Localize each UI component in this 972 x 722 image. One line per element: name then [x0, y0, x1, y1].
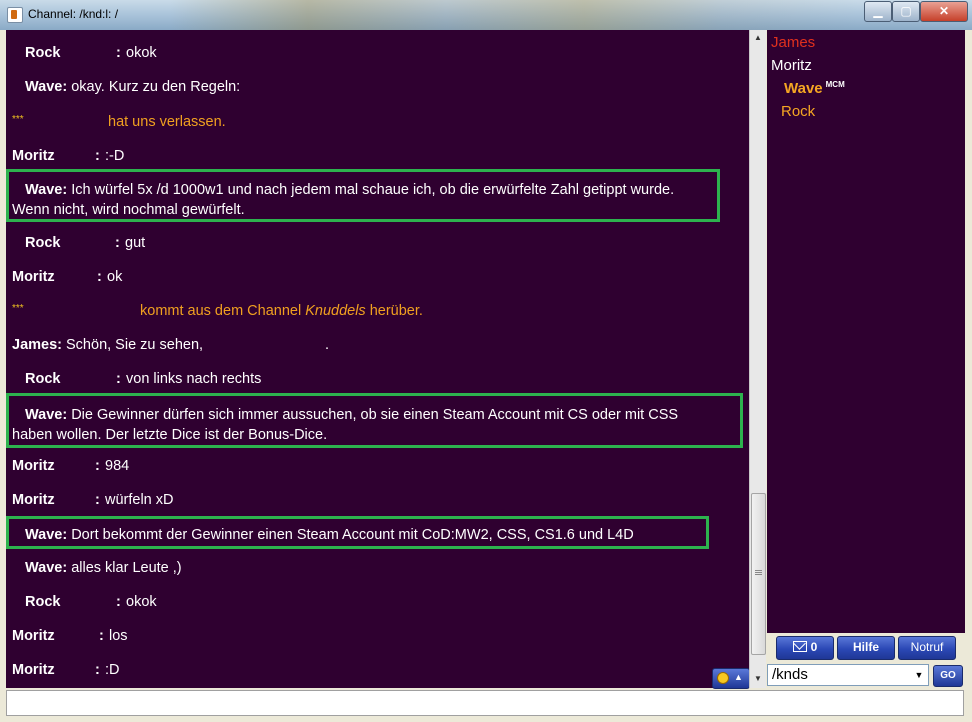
- message-sender[interactable]: Moritz: [12, 628, 55, 644]
- chat-message: Rock: gut: [25, 235, 146, 251]
- system-message: hat uns verlassen.: [108, 114, 226, 130]
- chat-message: Rock: von links nach rechts: [25, 371, 262, 387]
- user-list-item[interactable]: Moritz: [771, 57, 812, 74]
- smiley-icon: [717, 672, 729, 684]
- channel-link[interactable]: Knuddels: [305, 303, 365, 319]
- chat-message: Rock: okok: [25, 594, 157, 610]
- channel-select[interactable]: /knds ▼: [767, 664, 929, 686]
- user-list-item[interactable]: Wave MCM: [784, 80, 845, 97]
- message-text: ok: [107, 269, 123, 285]
- system-stars: ***: [12, 303, 24, 314]
- highlighted-message-continuation: Wenn nicht, wird nochmal gewürfelt.: [12, 202, 245, 218]
- system-message: kommt aus dem Channel Knuddels herüber.: [140, 303, 423, 319]
- grip-icon: [755, 570, 762, 576]
- message-sender[interactable]: Rock: [25, 235, 60, 251]
- message-sender[interactable]: Moritz: [12, 662, 55, 678]
- message-text: :-D: [105, 148, 125, 164]
- highlighted-message: Wave: Ich würfel 5x /d 1000w1 und nach j…: [25, 182, 675, 198]
- message-sender[interactable]: Moritz: [12, 492, 55, 508]
- message-text: 984: [105, 458, 130, 474]
- message-sender[interactable]: Wave:: [25, 182, 67, 198]
- scroll-down-arrow-icon[interactable]: ▼: [751, 672, 765, 686]
- user-badge: MCM: [825, 80, 845, 89]
- highlight-box: Wave: Die Gewinner dürfen sich immer aus…: [6, 393, 743, 448]
- message-sender[interactable]: Moritz: [12, 269, 55, 285]
- message-input[interactable]: [6, 690, 964, 716]
- message-sender[interactable]: Wave:: [25, 527, 67, 543]
- chevron-down-icon[interactable]: ▼: [911, 666, 927, 684]
- chat-message: Rock: okok: [25, 45, 157, 61]
- scrollbar-thumb[interactable]: [751, 493, 766, 655]
- message-sender[interactable]: Wave:: [25, 560, 67, 576]
- message-text: :D: [105, 662, 120, 678]
- user-list: James Moritz Wave MCM Rock: [767, 30, 965, 633]
- title-bar-artwork: [170, 0, 860, 30]
- message-sender[interactable]: Moritz: [12, 148, 55, 164]
- message-sender[interactable]: Wave:: [25, 407, 67, 423]
- chat-message: James: Schön, Sie zu sehen,.: [12, 337, 330, 353]
- highlighted-message-continuation: haben wollen. Der letzte Dice ist der Bo…: [12, 427, 328, 443]
- message-text: okay. Kurz zu den Regeln:: [71, 79, 241, 95]
- message-text: los: [109, 628, 128, 644]
- chat-message: Wave: alles klar Leute ,): [25, 560, 182, 576]
- scroll-up-arrow-icon[interactable]: ▲: [751, 31, 765, 45]
- highlight-box: Wave: Ich würfel 5x /d 1000w1 und nach j…: [6, 169, 720, 222]
- help-button[interactable]: Hilfe: [837, 636, 895, 660]
- chat-message: Moritz::-D: [12, 148, 125, 164]
- highlighted-message: Wave: Dort bekommt der Gewinner einen St…: [25, 527, 634, 543]
- emergency-button[interactable]: Notruf: [898, 636, 956, 660]
- message-text: okok: [126, 45, 157, 61]
- message-text: gut: [125, 235, 146, 251]
- chat-message: Moritz: würfeln xD: [12, 492, 174, 508]
- caret-up-icon: ▲: [734, 672, 743, 682]
- message-sender[interactable]: Wave:: [25, 79, 67, 95]
- message-sender[interactable]: Rock: [25, 371, 60, 387]
- mail-button[interactable]: 0: [776, 636, 834, 660]
- chat-message: Moritz: ok: [12, 269, 123, 285]
- message-text: würfeln xD: [105, 492, 174, 508]
- title-bar: Channel: /knd:l: / ▁ ▢ ✕: [0, 0, 972, 30]
- close-button[interactable]: ✕: [920, 1, 968, 22]
- message-text: von links nach rechts: [126, 371, 262, 387]
- message-sender[interactable]: Rock: [25, 594, 60, 610]
- maximize-button[interactable]: ▢: [892, 1, 920, 22]
- system-stars: ***: [12, 114, 24, 125]
- minimize-button[interactable]: ▁: [864, 1, 892, 22]
- user-list-item[interactable]: James: [771, 34, 815, 51]
- chat-message: Moritz: los: [12, 628, 128, 644]
- message-text: Schön, Sie zu sehen,: [66, 337, 204, 353]
- message-sender[interactable]: Rock: [25, 45, 60, 61]
- chat-message: Wave: okay. Kurz zu den Regeln:: [25, 79, 240, 95]
- java-app-icon: [7, 7, 23, 23]
- highlighted-message: Wave: Die Gewinner dürfen sich immer aus…: [25, 407, 679, 423]
- chat-area: Rock: okok Wave: okay. Kurz zu den Regeln…: [6, 30, 749, 688]
- envelope-icon: [792, 641, 807, 652]
- smiley-picker-button[interactable]: ▲: [712, 668, 750, 689]
- user-list-item[interactable]: Rock: [781, 103, 815, 120]
- message-text: okok: [126, 594, 157, 610]
- window-title: Channel: /knd:l: /: [28, 7, 119, 21]
- message-sender[interactable]: James:: [12, 337, 62, 353]
- chat-message: Moritz:984: [12, 458, 130, 474]
- message-sender[interactable]: Moritz: [12, 458, 55, 474]
- go-button[interactable]: GO: [933, 665, 963, 687]
- chat-message: Moritz::D: [12, 662, 120, 678]
- chat-scrollbar[interactable]: ▲ ▼: [749, 30, 766, 688]
- message-text: alles klar Leute ,): [71, 560, 182, 576]
- highlight-box: Wave: Dort bekommt der Gewinner einen St…: [6, 516, 709, 549]
